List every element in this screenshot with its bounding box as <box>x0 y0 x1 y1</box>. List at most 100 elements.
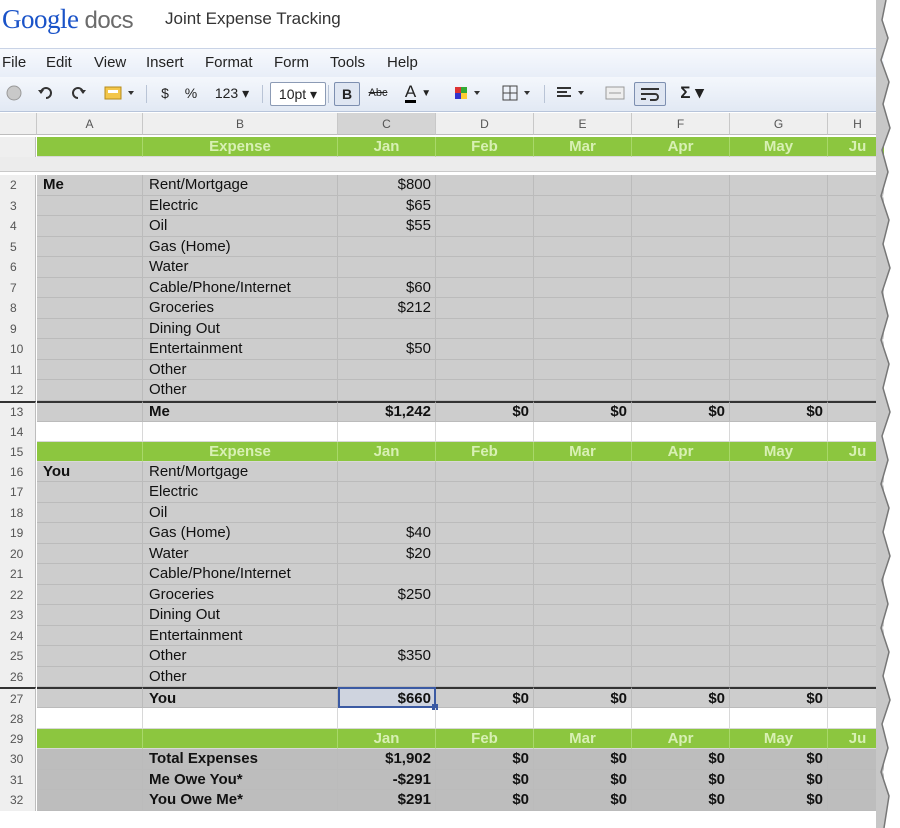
row-number[interactable]: 21 <box>0 564 36 585</box>
cell[interactable] <box>37 380 143 401</box>
summary-value[interactable]: -$291 <box>338 769 436 790</box>
total-value[interactable]: $0 <box>730 687 828 708</box>
cell[interactable] <box>632 359 730 380</box>
cell[interactable] <box>632 461 730 482</box>
section-label-you[interactable]: You <box>37 461 143 482</box>
cell[interactable] <box>632 708 730 729</box>
cell[interactable] <box>534 277 632 298</box>
paint-format-icon[interactable] <box>100 82 140 104</box>
row-number[interactable]: 26 <box>0 666 36 687</box>
cell[interactable] <box>534 236 632 257</box>
cell[interactable] <box>436 625 534 646</box>
row-number[interactable]: 8 <box>0 298 36 319</box>
expense-name[interactable]: Dining Out <box>143 605 338 626</box>
cell[interactable] <box>730 318 828 339</box>
cell[interactable] <box>730 339 828 360</box>
expense-name[interactable]: Oil <box>143 216 338 237</box>
header-month[interactable]: Apr <box>632 729 730 749</box>
cell[interactable] <box>632 666 730 687</box>
cell[interactable] <box>436 461 534 482</box>
header-cell[interactable] <box>37 729 143 749</box>
cell[interactable] <box>730 564 828 585</box>
cell[interactable] <box>730 605 828 626</box>
header-month[interactable]: Mar <box>534 729 632 749</box>
cell[interactable] <box>632 646 730 667</box>
cell[interactable] <box>37 605 143 626</box>
summary-value[interactable]: $0 <box>436 749 534 770</box>
borders-button[interactable] <box>498 82 536 104</box>
cell[interactable] <box>730 195 828 216</box>
row-number[interactable]: 5 <box>0 236 36 257</box>
cell[interactable] <box>436 277 534 298</box>
expense-name[interactable]: Other <box>143 646 338 667</box>
menu-view[interactable]: View <box>94 54 126 71</box>
cell[interactable] <box>436 646 534 667</box>
total-value[interactable]: $0 <box>436 400 534 422</box>
cell[interactable] <box>436 236 534 257</box>
currency-format-button[interactable]: $ <box>154 82 176 104</box>
cell[interactable] <box>632 175 730 196</box>
text-color-button[interactable]: A ▼ <box>398 82 438 104</box>
cell[interactable] <box>534 461 632 482</box>
column-header-e[interactable]: E <box>534 113 632 135</box>
jan-value[interactable]: $60 <box>338 277 436 298</box>
menu-edit[interactable]: Edit <box>46 54 72 71</box>
jan-value[interactable]: $350 <box>338 646 436 667</box>
row-number[interactable]: 22 <box>0 584 36 605</box>
row-number[interactable]: 2 <box>0 175 36 196</box>
jan-value[interactable] <box>338 318 436 339</box>
jan-value[interactable]: $250 <box>338 584 436 605</box>
header-month[interactable]: May <box>730 729 828 749</box>
total-value[interactable]: $0 <box>730 400 828 422</box>
cell[interactable] <box>37 318 143 339</box>
cell[interactable] <box>534 482 632 503</box>
expense-name[interactable]: Cable/Phone/Internet <box>143 277 338 298</box>
row-number[interactable]: 25 <box>0 646 36 667</box>
header-month[interactable]: Mar <box>534 137 632 157</box>
expense-name[interactable]: Groceries <box>143 298 338 319</box>
cell[interactable] <box>436 605 534 626</box>
summary-label[interactable]: You Owe Me* <box>143 790 338 811</box>
header-month[interactable]: May <box>730 137 828 157</box>
cell[interactable] <box>37 421 143 442</box>
cell[interactable] <box>436 543 534 564</box>
cell[interactable] <box>534 502 632 523</box>
cell[interactable] <box>632 216 730 237</box>
cell[interactable] <box>632 502 730 523</box>
document-title[interactable]: Joint Expense Tracking <box>165 9 341 29</box>
column-header-b[interactable]: B <box>143 113 338 135</box>
jan-value[interactable]: $65 <box>338 195 436 216</box>
cell[interactable] <box>436 666 534 687</box>
total-value[interactable]: $0 <box>534 687 632 708</box>
expense-name[interactable]: Rent/Mortgage <box>143 461 338 482</box>
summary-value[interactable]: $0 <box>730 769 828 790</box>
cell[interactable] <box>37 749 143 770</box>
cell[interactable] <box>143 708 338 729</box>
cell[interactable] <box>436 257 534 278</box>
cell[interactable] <box>436 298 534 319</box>
jan-value[interactable] <box>338 257 436 278</box>
cell[interactable] <box>37 708 143 729</box>
expense-name[interactable]: Cable/Phone/Internet <box>143 564 338 585</box>
cell[interactable] <box>37 502 143 523</box>
total-label[interactable]: You <box>143 687 338 708</box>
cell[interactable] <box>37 646 143 667</box>
cell[interactable] <box>730 298 828 319</box>
menu-tools[interactable]: Tools <box>330 54 365 71</box>
jan-value[interactable] <box>338 564 436 585</box>
cell[interactable] <box>534 584 632 605</box>
cell[interactable] <box>37 790 143 811</box>
cell[interactable] <box>534 523 632 544</box>
cell[interactable] <box>632 277 730 298</box>
jan-value[interactable] <box>338 605 436 626</box>
expense-name[interactable]: Other <box>143 359 338 380</box>
cell[interactable] <box>632 482 730 503</box>
cell[interactable] <box>632 564 730 585</box>
row-number[interactable]: 23 <box>0 605 36 626</box>
row-number[interactable]: 14 <box>0 421 36 442</box>
google-docs-logo[interactable]: Google docs <box>2 4 134 35</box>
strikethrough-button[interactable]: Abc <box>364 82 392 104</box>
cell[interactable] <box>37 359 143 380</box>
cell[interactable] <box>730 523 828 544</box>
undo-icon[interactable] <box>36 82 56 104</box>
